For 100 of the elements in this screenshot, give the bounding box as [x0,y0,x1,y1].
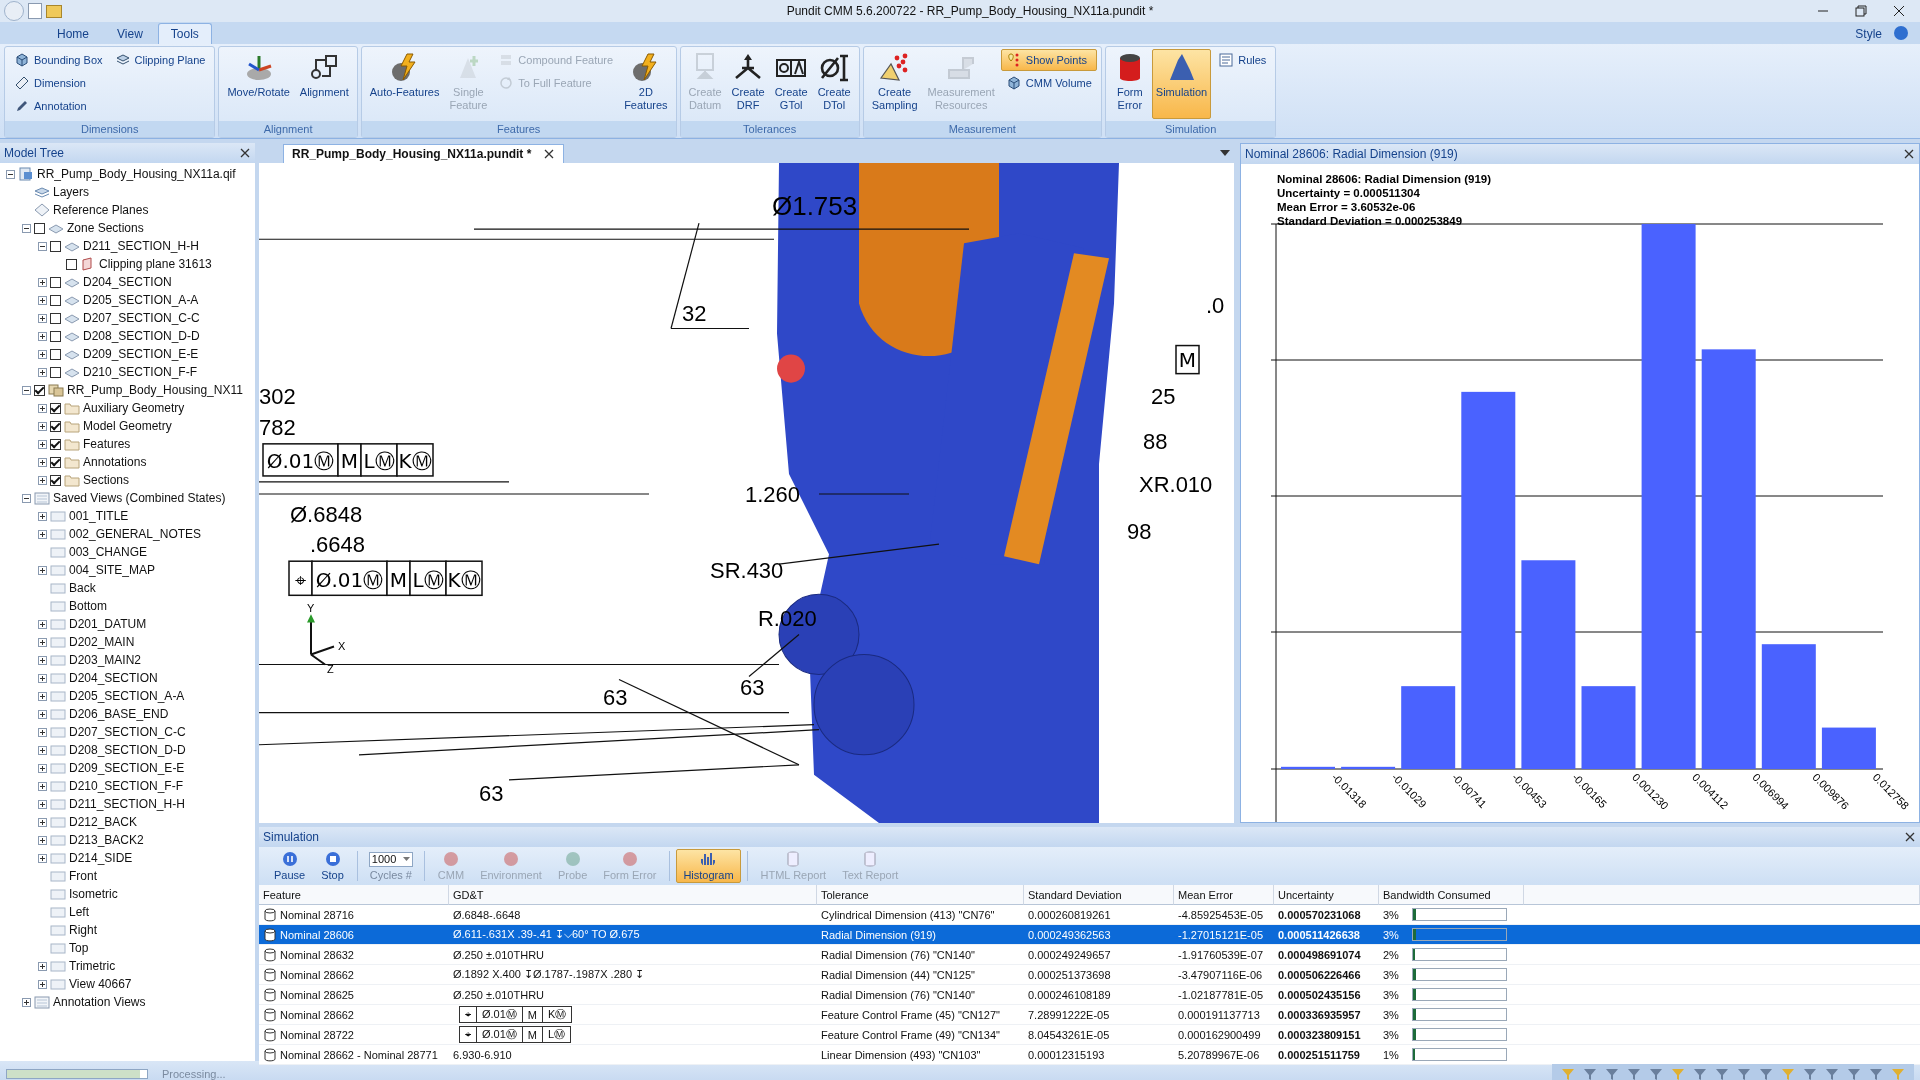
tree-item[interactable]: 001_TITLE [69,509,129,523]
expand-icon[interactable] [38,349,47,359]
close-icon[interactable] [239,147,251,159]
ribbon-button[interactable]: Clipping Plane [109,49,211,71]
ribbon-button[interactable]: 2D Features [620,49,672,119]
feature-name[interactable]: Nominal 28632 [280,948,354,961]
tree-item[interactable]: Annotations [83,455,147,469]
tree-item[interactable]: D204_SECTION [83,275,172,289]
expand-icon[interactable] [38,763,47,773]
tree-item[interactable]: D207_SECTION_C-C [83,311,200,325]
expand-icon[interactable] [38,637,47,647]
tree-item[interactable]: Layers [53,185,90,199]
tree-item[interactable]: D211_SECTION_H-H [69,797,185,811]
feature-cell[interactable]: Nominal 28662 [259,965,449,985]
feature-cell[interactable]: Nominal 28625 [259,985,449,1005]
expand-icon[interactable] [38,673,47,683]
tree-item[interactable]: Clipping plane 31613 [99,257,212,271]
tree-item[interactable]: Trimetric [69,959,116,973]
expand-icon[interactable] [38,403,47,413]
expand-icon[interactable] [38,799,47,809]
tree-item[interactable]: D206_BASE_END [69,707,169,721]
checkbox[interactable] [50,330,61,342]
toolbar-button[interactable]: Stop [314,849,351,883]
tree-item[interactable]: D207_SECTION_C-C [69,725,186,739]
column-header[interactable]: Standard Deviation [1024,885,1174,905]
tree-item[interactable]: Model Geometry [83,419,172,433]
column-header[interactable]: Uncertainty [1274,885,1379,905]
tree-item[interactable]: D212_BACK [69,815,138,829]
checkbox[interactable] [50,240,61,252]
feature-name[interactable]: Nominal 28606 [280,928,354,941]
expand-icon[interactable] [38,961,47,971]
document-tab[interactable]: RR_Pump_Body_Housing_NX11a.pundit * [283,144,565,163]
tree-item[interactable]: Top [69,941,89,955]
toolbar-button[interactable]: Histogram [676,849,741,883]
feature-name[interactable]: Nominal 28662 [280,968,354,981]
tree-item[interactable]: Reference Planes [53,203,149,217]
expand-icon[interactable] [22,997,31,1007]
ribbon-tab[interactable]: View [104,23,156,44]
ribbon-button[interactable]: Create GTol [770,49,812,119]
expand-icon[interactable] [38,331,47,341]
checkbox[interactable] [50,348,61,360]
folder-icon[interactable] [46,4,62,18]
checkbox[interactable] [66,258,77,270]
close-icon[interactable] [1892,4,1906,18]
expand-icon[interactable] [38,745,47,755]
tree-item[interactable]: D210_SECTION_F-F [83,365,198,379]
tree-item[interactable]: D201_DATUM [69,617,147,631]
ribbon-tab[interactable]: Tools [157,23,212,44]
feature-cell[interactable]: Nominal 28722 [259,1025,449,1045]
tree-item[interactable]: 002_GENERAL_NOTES [69,527,202,541]
checkbox[interactable] [34,222,45,234]
expand-icon[interactable] [38,367,47,377]
checkbox[interactable] [50,294,61,306]
tree-item[interactable]: Sections [83,473,130,487]
collapse-icon[interactable] [38,241,47,251]
tree-item[interactable]: D203_MAIN2 [69,653,142,667]
ribbon-button[interactable]: Auto-Features [365,49,444,119]
restore-icon[interactable] [1854,4,1868,18]
column-header[interactable]: Feature [259,885,449,905]
tree-item[interactable]: D210_SECTION_F-F [69,779,184,793]
expand-icon[interactable] [38,421,47,431]
close-icon[interactable] [1904,831,1916,843]
tree-item[interactable]: View 40667 [69,977,132,991]
tree-item[interactable]: Front [69,869,97,883]
expand-icon[interactable] [38,727,47,737]
tree-item[interactable]: D211_SECTION_H-H [83,239,199,253]
cycles-dropdown[interactable]: 1000 [368,851,413,867]
checkbox[interactable] [50,402,61,414]
tree-item[interactable]: D205_SECTION_A-A [83,293,199,307]
column-header[interactable]: GD&T [449,885,817,905]
tree-item[interactable]: Isometric [69,887,118,901]
checkbox[interactable] [50,438,61,450]
new-document-icon[interactable] [28,3,42,19]
column-header[interactable]: Tolerance [817,885,1024,905]
feature-cell[interactable]: Nominal 28632 [259,945,449,965]
toolbar-button[interactable]: Pause [267,849,313,883]
ribbon-button[interactable]: Alignment [295,49,353,119]
checkbox[interactable] [34,384,45,396]
ribbon-button[interactable]: Rules [1213,49,1272,71]
ribbon-button[interactable]: Create Sampling [867,49,922,119]
checkbox[interactable] [50,312,61,324]
checkbox[interactable] [50,366,61,378]
tree-item[interactable]: D204_SECTION [69,671,158,685]
tree-item[interactable]: D205_SECTION_A-A [69,689,185,703]
tree-item[interactable]: Features [83,437,131,451]
expand-icon[interactable] [38,529,47,539]
style-menu[interactable]: Style [1849,24,1888,44]
expand-icon[interactable] [38,313,47,323]
tree-item[interactable]: Back [69,581,96,595]
feature-name[interactable]: Nominal 28722 [280,1028,354,1041]
expand-icon[interactable] [38,511,47,521]
expand-icon[interactable] [38,979,47,989]
ribbon-button[interactable]: CMM Volume [1000,72,1097,94]
tree-item[interactable]: RR_Pump_Body_Housing_NX11a.qif [37,167,236,181]
expand-icon[interactable] [38,295,47,305]
expand-icon[interactable] [38,475,47,485]
tree-item[interactable]: D213_BACK2 [69,833,144,847]
expand-icon[interactable] [38,439,47,449]
expand-icon[interactable] [38,457,47,467]
expand-icon[interactable] [38,835,47,845]
